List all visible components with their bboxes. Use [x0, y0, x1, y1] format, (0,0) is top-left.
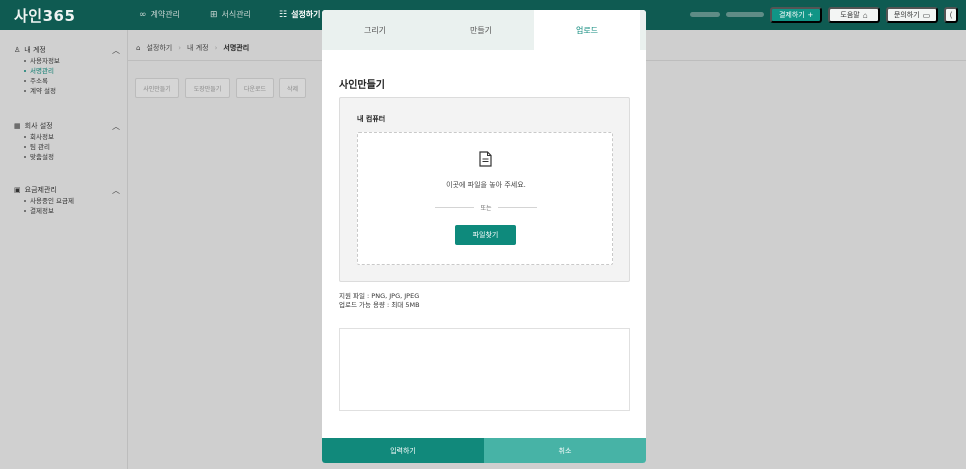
tab-make[interactable]: 만들기 — [428, 10, 534, 50]
create-signature-button[interactable]: 사인만들기 — [135, 78, 179, 98]
find-file-button[interactable]: 파일찾기 — [455, 225, 516, 245]
breadcrumb-current: 서명관리 — [223, 44, 250, 52]
sidebar-group-my-account: ♙ 내 계정 ︿ 사용자정보 서명관리 주소록 계약 설정 — [14, 44, 120, 96]
sidebar-group-header[interactable]: ▦ 회사 설정 ︿ — [14, 120, 120, 132]
sidebar-group-company-settings: ▦ 회사 설정 ︿ 회사정보 팀 관리 맞춤설정 — [14, 120, 120, 162]
max-upload-size: 업로드 가능 용량 : 최대 5MB — [339, 301, 420, 309]
divider-line — [435, 206, 475, 208]
plan-icon: ▣ — [14, 186, 21, 194]
signature-preview — [339, 328, 630, 411]
breadcrumb-item[interactable]: 설정하기 — [146, 43, 172, 53]
nav-label: 설정하기 — [291, 10, 321, 19]
person-icon: ♙ — [14, 46, 21, 54]
chevron-up-icon: ︿ — [112, 185, 120, 195]
plus-icon: + — [807, 10, 814, 20]
sidebar-group-header[interactable]: ♙ 내 계정 ︿ — [14, 44, 120, 56]
submit-button[interactable]: 입력하기 — [322, 438, 484, 463]
breadcrumb-separator-icon: › — [178, 44, 182, 52]
modal-title: 사인만들기 — [339, 80, 385, 91]
grid-icon: ⊞ — [210, 9, 218, 20]
chevron-up-icon: ︿ — [112, 45, 120, 55]
download-button[interactable]: 다운로드 — [236, 78, 274, 98]
signature-modal: 그리기 만들기 업로드 사인만들기 내 컴퓨터 이곳에 파일을 놓아 주세요. … — [322, 10, 646, 463]
sidebar: ♙ 내 계정 ︿ 사용자정보 서명관리 주소록 계약 설정 ▦ 회사 설정 ︿ … — [0, 30, 128, 469]
modal-tabs: 그리기 만들기 업로드 — [322, 10, 646, 50]
sidebar-item-team-management[interactable]: 팀 관리 — [14, 142, 114, 152]
divider-line — [497, 206, 538, 208]
app-logo[interactable]: 사인365 — [14, 5, 75, 26]
sidebar-group-title: 회사 설정 — [24, 122, 53, 130]
inquiry-label: 문의하기 — [893, 12, 920, 19]
pay-label: 결제하기 — [778, 12, 805, 19]
drop-instruction: 이곳에 파일을 놓아 주세요. — [446, 181, 526, 189]
create-stamp-button[interactable]: 도장만들기 — [185, 78, 230, 98]
sidebar-group-header[interactable]: ▣ 요금제관리 ︿ — [14, 184, 120, 196]
nav-label: 서식관리 — [221, 10, 251, 19]
sidebar-item-company-info[interactable]: 회사정보 — [14, 132, 114, 142]
graduation-cap-icon: ⌂ — [862, 10, 868, 20]
infinity-icon: ∞ — [139, 9, 147, 20]
help-label: 도움말 — [840, 12, 860, 19]
sidebar-item-address-book[interactable]: 주소록 — [14, 76, 114, 86]
pay-button[interactable]: 결제하기 + — [770, 7, 822, 23]
building-icon: ▦ — [14, 122, 21, 130]
cancel-button[interactable]: 취소 — [484, 438, 646, 463]
breadcrumb: ⌂ 설정하기 › 내 계정 › 서명관리 — [136, 43, 249, 53]
sidebar-item-user-info[interactable]: 사용자정보 — [14, 56, 114, 66]
nav-template-management[interactable]: ⊞ 서식관리 — [210, 9, 251, 20]
inquiry-button[interactable]: 문의하기 ▭ — [886, 7, 938, 23]
user-email-blurred — [726, 12, 764, 17]
sidebar-group-title: 요금제관리 — [24, 186, 57, 194]
upload-source-label: 내 컴퓨터 — [357, 115, 386, 123]
chat-icon: ▭ — [922, 10, 931, 20]
help-button[interactable]: 도움말 ⌂ — [828, 7, 880, 23]
profile-button[interactable]: ( — [944, 7, 958, 23]
user-name-blurred — [690, 12, 720, 17]
or-divider: 또는 — [435, 202, 538, 212]
sidebar-item-current-plan[interactable]: 사용중인 요금제 — [14, 196, 114, 206]
nav-label: 계약관리 — [150, 10, 180, 19]
sidebar-group-title: 내 계정 — [24, 46, 46, 54]
sliders-icon: ☷ — [279, 9, 288, 20]
tab-strip-filler — [640, 10, 646, 50]
upload-panel: 내 컴퓨터 이곳에 파일을 놓아 주세요. 또는 파일찾기 — [339, 97, 630, 282]
sidebar-group-plan-management: ▣ 요금제관리 ︿ 사용중인 요금제 결제정보 — [14, 184, 120, 216]
sidebar-item-contract-settings[interactable]: 계약 설정 — [14, 86, 114, 96]
file-icon — [479, 151, 492, 167]
nav-contract-management[interactable]: ∞ 계약관리 — [139, 9, 180, 20]
tab-upload[interactable]: 업로드 — [534, 10, 640, 50]
nav-settings[interactable]: ☷ 설정하기 — [279, 9, 321, 20]
sidebar-item-signature-management[interactable]: 서명관리 — [14, 66, 114, 76]
sidebar-item-payment-info[interactable]: 결제정보 — [14, 206, 114, 216]
breadcrumb-separator-icon: › — [214, 44, 218, 52]
chevron-up-icon: ︿ — [112, 121, 120, 131]
upload-info: 지원 파일 : PNG, JPG, JPEG 업로드 가능 용량 : 최대 5M… — [339, 292, 420, 310]
home-icon[interactable]: ⌂ — [136, 44, 140, 52]
sidebar-item-custom-settings[interactable]: 맞춤설정 — [14, 152, 114, 162]
supported-formats: 지원 파일 : PNG, JPG, JPEG — [339, 292, 420, 300]
or-label: 또는 — [480, 204, 492, 212]
delete-button[interactable]: 삭제 — [279, 78, 306, 98]
tab-draw[interactable]: 그리기 — [322, 10, 428, 50]
profile-icon: ( — [949, 11, 953, 19]
breadcrumb-item[interactable]: 내 계정 — [187, 43, 209, 53]
file-dropzone[interactable]: 이곳에 파일을 놓아 주세요. 또는 파일찾기 — [357, 132, 613, 265]
